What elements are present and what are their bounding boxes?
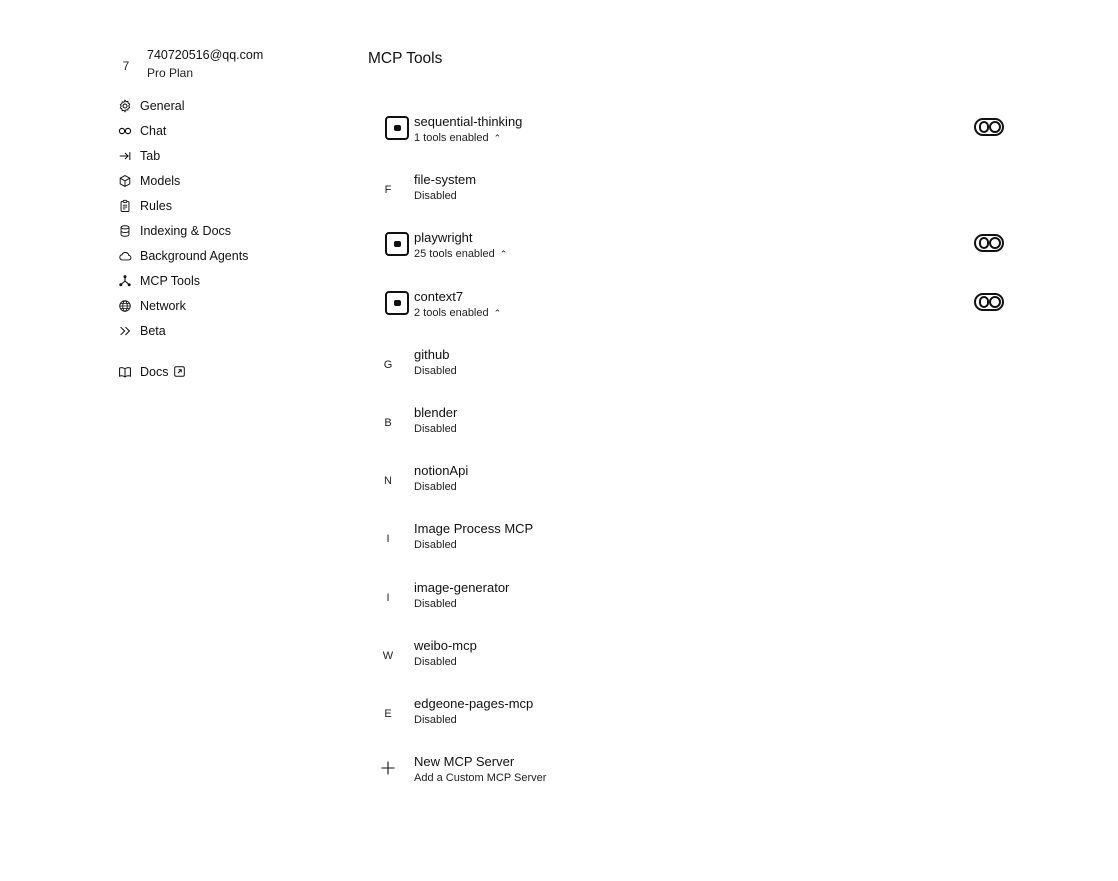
server-row-file-system[interactable]: F file-system Disabled bbox=[380, 172, 1010, 212]
server-status: Disabled bbox=[414, 365, 457, 377]
cube-icon bbox=[117, 173, 133, 189]
new-mcp-server-subtitle: Add a Custom MCP Server bbox=[414, 772, 547, 784]
infinity-icon bbox=[117, 123, 133, 139]
server-name: github bbox=[414, 347, 450, 362]
server-icon bbox=[385, 116, 409, 140]
server-enable-toggle[interactable] bbox=[974, 234, 1004, 252]
clipboard-icon bbox=[117, 198, 133, 214]
server-name: Image Process MCP bbox=[414, 521, 534, 536]
sidebar-item-mcp-tools[interactable]: MCP Tools bbox=[117, 268, 337, 293]
server-status[interactable]: 2 tools enabled ⌃ bbox=[414, 307, 501, 319]
server-status: Disabled bbox=[414, 714, 457, 726]
server-name: playwright bbox=[414, 230, 473, 245]
sidebar-item-background-agents[interactable]: Background Agents bbox=[117, 243, 337, 268]
server-name: image-generator bbox=[414, 580, 510, 595]
sidebar-item-tab[interactable]: Tab bbox=[117, 143, 337, 168]
server-name: context7 bbox=[414, 289, 464, 304]
server-row-edgeone-pages-mcp[interactable]: E edgeone-pages-mcp Disabled bbox=[380, 696, 1010, 736]
sidebar-item-rules[interactable]: Rules bbox=[117, 193, 337, 218]
sidebar-item-network[interactable]: Network bbox=[117, 293, 337, 318]
chevron-updown-icon: ⌃ bbox=[493, 307, 502, 318]
sidebar-item-beta[interactable]: Beta bbox=[117, 318, 337, 343]
server-row-playwright[interactable]: playwright 25 tools enabled ⌃ bbox=[380, 230, 1010, 270]
server-enable-toggle[interactable] bbox=[974, 118, 1004, 136]
database-icon bbox=[117, 223, 133, 239]
server-status-text: 25 tools enabled bbox=[414, 248, 495, 260]
sidebar-item-indexing-docs[interactable]: Indexing & Docs bbox=[117, 218, 337, 243]
server-row-image-generator[interactable]: I image-generator Disabled bbox=[380, 580, 1010, 620]
server-name: blender bbox=[414, 405, 458, 420]
server-avatar-letter: B bbox=[384, 417, 392, 429]
server-name: sequential-thinking bbox=[414, 114, 523, 129]
sidebar-item-label: Background Agents bbox=[140, 248, 249, 263]
server-avatar-letter: I bbox=[386, 592, 390, 604]
sidebar-item-label: Chat bbox=[140, 123, 167, 138]
server-row-notionapi[interactable]: N notionApi Disabled bbox=[380, 463, 1010, 503]
cloud-icon bbox=[117, 248, 133, 264]
server-row-github[interactable]: G github Disabled bbox=[380, 347, 1010, 387]
server-row-weibo-mcp[interactable]: W weibo-mcp Disabled bbox=[380, 638, 1010, 678]
double-chevron-icon bbox=[117, 323, 133, 339]
server-name: weibo-mcp bbox=[414, 638, 477, 653]
server-avatar-letter: I bbox=[386, 533, 390, 545]
sidebar-item-label: MCP Tools bbox=[140, 273, 200, 288]
book-icon bbox=[117, 364, 133, 380]
new-mcp-server-button[interactable]: New MCP Server Add a Custom MCP Server bbox=[380, 754, 680, 794]
server-enable-toggle[interactable] bbox=[974, 293, 1004, 311]
server-avatar-letter: F bbox=[384, 184, 392, 196]
server-status-text: 1 tools enabled bbox=[414, 132, 489, 144]
server-row-image-process-mcp[interactable]: I Image Process MCP Disabled bbox=[380, 521, 1010, 561]
server-name: file-system bbox=[414, 172, 477, 187]
sidebar-item-chat[interactable]: Chat bbox=[117, 118, 337, 143]
server-icon bbox=[385, 232, 409, 256]
sidebar-item-label: Tab bbox=[140, 148, 161, 163]
server-avatar-letter: G bbox=[383, 359, 393, 371]
sidebar-item-label: Docs bbox=[140, 364, 169, 379]
server-avatar-letter: N bbox=[384, 475, 392, 487]
globe-icon bbox=[117, 298, 133, 314]
network-nodes-icon bbox=[117, 273, 133, 289]
new-mcp-server-label: New MCP Server bbox=[414, 754, 515, 769]
sidebar-item-label: Beta bbox=[140, 323, 166, 338]
server-avatar-letter: E bbox=[384, 708, 392, 720]
server-row-sequential-thinking[interactable]: sequential-thinking 1 tools enabled ⌃ bbox=[380, 114, 1010, 154]
server-row-context7[interactable]: context7 2 tools enabled ⌃ bbox=[380, 289, 1010, 329]
avatar: 7 bbox=[122, 59, 130, 73]
chevron-updown-icon: ⌃ bbox=[493, 132, 502, 143]
server-row-blender[interactable]: B blender Disabled bbox=[380, 405, 1010, 445]
server-status: Disabled bbox=[414, 423, 457, 435]
server-status: Disabled bbox=[414, 481, 457, 493]
sidebar-item-label: Rules bbox=[140, 198, 172, 213]
page-title: MCP Tools bbox=[368, 50, 443, 67]
server-avatar-letter: W bbox=[382, 650, 394, 662]
plus-icon bbox=[380, 760, 396, 776]
arrow-right-bar-icon bbox=[117, 148, 133, 164]
sidebar-item-label: Network bbox=[140, 298, 186, 313]
sidebar-nav: General Chat Tab Models Rules Indexing &… bbox=[117, 93, 337, 384]
sidebar-item-general[interactable]: General bbox=[117, 93, 337, 118]
sidebar-item-models[interactable]: Models bbox=[117, 168, 337, 193]
server-name: notionApi bbox=[414, 463, 469, 478]
server-status[interactable]: 1 tools enabled ⌃ bbox=[414, 132, 501, 144]
chevron-updown-icon: ⌃ bbox=[499, 248, 508, 259]
server-icon bbox=[385, 291, 409, 315]
sidebar-item-label: Indexing & Docs bbox=[140, 223, 232, 238]
server-status[interactable]: 25 tools enabled ⌃ bbox=[414, 248, 507, 260]
sidebar-item-docs[interactable]: Docs bbox=[117, 359, 337, 384]
account-email: 740720516@qq.com bbox=[147, 48, 264, 62]
sidebar-item-label: Models bbox=[140, 173, 181, 188]
server-status: Disabled bbox=[414, 190, 457, 202]
sidebar-item-label: General bbox=[140, 98, 185, 113]
gear-icon bbox=[117, 98, 133, 114]
server-status: Disabled bbox=[414, 598, 457, 610]
account-plan: Pro Plan bbox=[147, 66, 194, 80]
server-status-text: 2 tools enabled bbox=[414, 307, 489, 319]
server-name: edgeone-pages-mcp bbox=[414, 696, 534, 711]
server-status: Disabled bbox=[414, 656, 457, 668]
server-status: Disabled bbox=[414, 539, 457, 551]
external-link-icon bbox=[174, 366, 186, 377]
